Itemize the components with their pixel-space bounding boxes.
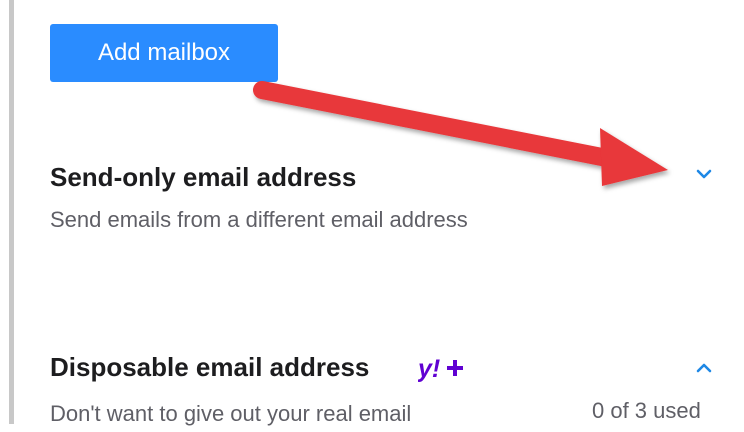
chevron-down-icon[interactable] [692, 162, 716, 186]
send-only-description: Send emails from a different email addre… [50, 207, 468, 232]
disposable-title: Disposable email address [50, 352, 370, 382]
disposable-description: Don't want to give out your real email [50, 401, 412, 426]
left-rail-divider [9, 0, 14, 424]
yahoo-plus-icon: y! [416, 354, 468, 384]
chevron-up-icon[interactable] [692, 356, 716, 380]
send-only-title: Send-only email address [50, 162, 357, 192]
usage-count: 0 of 3 used [592, 398, 701, 423]
svg-text:y!: y! [418, 355, 440, 383]
add-mailbox-button[interactable]: Add mailbox [50, 24, 278, 82]
